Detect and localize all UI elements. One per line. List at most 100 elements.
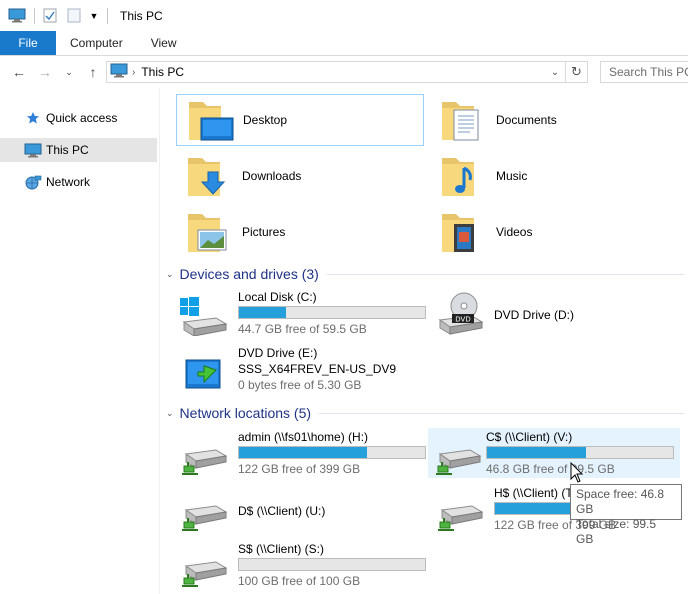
folder-label: Videos <box>496 225 533 239</box>
tab-view[interactable]: View <box>137 31 191 55</box>
sidebar-item-network[interactable]: Network <box>0 170 157 194</box>
drive-local-disk-c[interactable]: Local Disk (C:) 44.7 GB free of 59.5 GB <box>166 288 426 338</box>
drive-usage-bar <box>238 558 426 571</box>
drive-usage-fill <box>487 447 586 458</box>
address-dropdown-icon[interactable]: ⌄ <box>547 65 563 79</box>
documents-folder-icon <box>440 96 488 144</box>
group-title: Network locations (5) <box>179 405 312 421</box>
videos-folder-icon <box>440 208 488 256</box>
tooltip-space-free: Space free: 46.8 GB <box>576 487 665 516</box>
group-divider <box>326 273 684 275</box>
mouse-cursor-icon <box>570 462 584 483</box>
navigation-pane: Quick access This PC Network <box>0 88 160 594</box>
folder-label: Desktop <box>243 113 288 127</box>
desktop-folder-icon <box>187 96 235 144</box>
svg-text:DVD: DVD <box>455 316 470 324</box>
drive-name: DVD Drive (D:) <box>494 308 574 322</box>
network-drive-u[interactable]: D$ (\\Client) (U:) <box>166 484 416 534</box>
network-drive-icon <box>180 436 228 476</box>
drive-free-space: 44.7 GB free of 59.5 GB <box>238 322 367 336</box>
folder-label: Music <box>496 169 528 183</box>
customize-qat-icon[interactable]: ▼ <box>89 8 99 24</box>
sidebar-item-this-pc[interactable]: This PC <box>0 138 157 162</box>
music-folder-icon <box>440 152 488 200</box>
sidebar-item-quick-access[interactable]: Quick access <box>0 106 157 130</box>
drive-name: C$ (\\Client) (V:) <box>486 430 573 444</box>
drive-usage-fill <box>239 447 368 458</box>
dvd-drive-icon: DVD <box>436 292 484 335</box>
drive-name: Local Disk (C:) <box>238 290 317 304</box>
sidebar-item-label: Network <box>46 175 91 189</box>
network-drive-icon <box>180 492 228 532</box>
recent-locations-chevron-icon[interactable]: ⌄ <box>62 61 76 83</box>
sidebar-item-label: This PC <box>46 143 89 157</box>
drive-dvd-d[interactable]: DVD DVD Drive (D:) <box>422 288 672 338</box>
drive-name: D$ (\\Client) (U:) <box>238 504 326 518</box>
folder-pictures[interactable]: Pictures <box>176 206 424 258</box>
drive-usage-bar <box>238 306 426 319</box>
folder-music[interactable]: Music <box>430 150 678 202</box>
computer-icon <box>24 142 42 158</box>
back-arrow-icon[interactable]: ← <box>8 61 30 83</box>
drive-usage-bar <box>238 446 426 459</box>
forward-arrow-icon[interactable]: → <box>34 61 56 83</box>
group-header-network[interactable]: ⌄ Network locations (5) <box>166 403 684 423</box>
tab-file[interactable]: File <box>0 31 56 55</box>
tooltip-total-size: Total size: 99.5 GB <box>576 517 657 546</box>
network-drive-icon <box>180 548 228 588</box>
breadcrumb-this-pc[interactable]: This PC <box>141 65 184 79</box>
drive-usage-bar <box>486 446 674 459</box>
collapse-chevron-icon[interactable]: ⌄ <box>166 408 174 419</box>
group-title: Devices and drives (3) <box>179 266 319 282</box>
pictures-folder-icon <box>186 208 234 256</box>
computer-icon[interactable] <box>8 8 26 24</box>
network-icon <box>24 174 42 190</box>
drive-dvd-e[interactable]: DVD Drive (E:) SSS_X64FREV_EN-US_DV9 0 b… <box>166 344 416 394</box>
ribbon-tabs: File Computer View <box>0 31 688 56</box>
drive-free-space: 0 bytes free of 5.30 GB <box>238 378 362 392</box>
tab-computer[interactable]: Computer <box>56 31 137 55</box>
drive-name: DVD Drive (E:) <box>238 346 318 360</box>
this-pc-icon <box>110 63 128 81</box>
drive-usage-fill <box>239 307 286 318</box>
folder-documents[interactable]: Documents <box>430 94 678 146</box>
drive-name: H$ (\\Client) (T:) <box>494 486 579 500</box>
folder-label: Downloads <box>242 169 302 183</box>
properties-icon[interactable] <box>41 8 59 24</box>
group-divider <box>319 412 684 414</box>
breadcrumb-chevron-icon[interactable]: › <box>132 67 135 78</box>
title-bar: ▼ This PC <box>0 0 688 31</box>
network-drive-icon <box>434 436 482 476</box>
drive-tooltip: Space free: 46.8 GB Total size: 99.5 GB <box>570 484 682 546</box>
network-drive-h[interactable]: admin (\\fs01\home) (H:) 122 GB free of … <box>166 428 426 478</box>
search-input[interactable]: Search This PC <box>600 61 688 83</box>
drive-free-space: 122 GB free of 399 GB <box>238 462 361 476</box>
address-bar[interactable]: › This PC ⌄ ↻ <box>106 61 588 83</box>
star-icon <box>24 110 42 126</box>
setup-dvd-icon <box>180 352 228 392</box>
up-arrow-icon[interactable]: ↑ <box>82 61 104 83</box>
drive-name: S$ (\\Client) (S:) <box>238 542 325 556</box>
qat-separator <box>34 7 35 24</box>
group-header-devices[interactable]: ⌄ Devices and drives (3) <box>166 264 684 284</box>
folder-downloads[interactable]: Downloads <box>176 150 424 202</box>
navigation-bar: ← → ⌄ ↑ › This PC ⌄ ↻ Search This PC <box>0 56 688 88</box>
folder-label: Pictures <box>242 225 286 239</box>
qat-separator <box>107 7 108 24</box>
drive-free-space: 100 GB free of 100 GB <box>238 574 361 588</box>
folder-videos[interactable]: Videos <box>430 206 678 258</box>
refresh-icon[interactable]: ↻ <box>565 62 587 82</box>
sidebar-item-label: Quick access <box>46 111 118 125</box>
network-drive-icon <box>436 492 484 532</box>
new-folder-icon[interactable] <box>65 8 83 24</box>
network-drive-v[interactable]: C$ (\\Client) (V:) 46.8 GB free of 99.5 … <box>428 428 680 478</box>
drive-name: admin (\\fs01\home) (H:) <box>238 430 369 444</box>
collapse-chevron-icon[interactable]: ⌄ <box>166 269 174 280</box>
windows-drive-icon <box>180 296 228 337</box>
drive-volume-label: SSS_X64FREV_EN-US_DV9 <box>238 362 397 376</box>
drive-free-space: 46.8 GB free of 99.5 GB <box>486 462 615 476</box>
folder-label: Documents <box>496 113 557 127</box>
folder-desktop[interactable]: Desktop <box>176 94 424 146</box>
network-drive-s[interactable]: S$ (\\Client) (S:) 100 GB free of 100 GB <box>166 540 426 590</box>
window-title: This PC <box>120 8 163 23</box>
